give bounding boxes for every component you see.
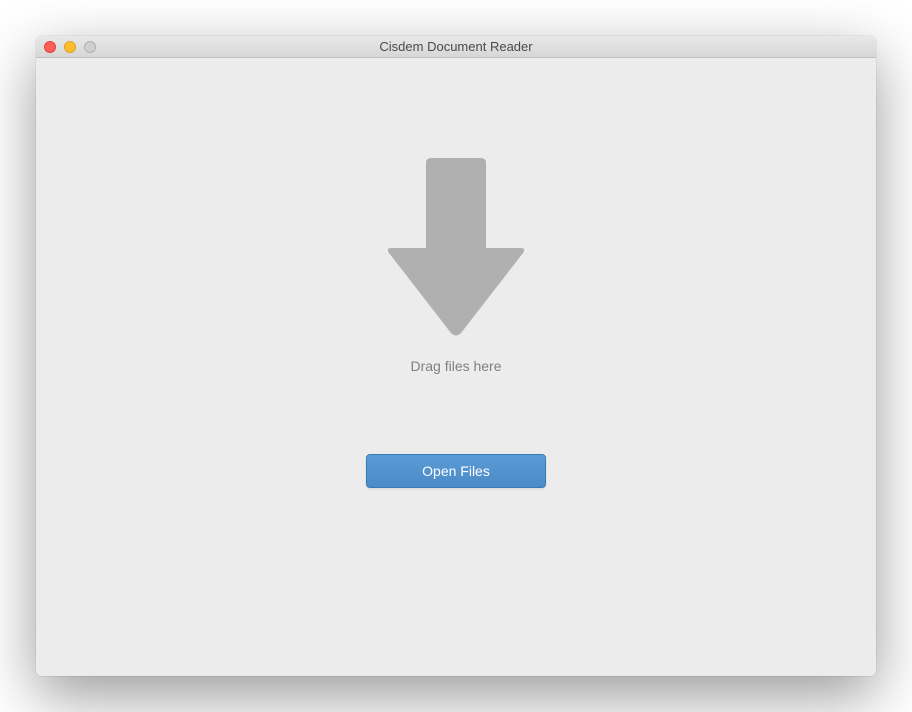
content-area[interactable]: Drag files here Open Files [36, 58, 876, 676]
open-files-button[interactable]: Open Files [366, 454, 546, 488]
traffic-lights [36, 41, 96, 53]
titlebar: Cisdem Document Reader [36, 36, 876, 58]
close-button[interactable] [44, 41, 56, 53]
minimize-button[interactable] [64, 41, 76, 53]
app-window: Cisdem Document Reader Drag files here O… [36, 36, 876, 676]
open-files-button-label: Open Files [422, 463, 490, 479]
maximize-button[interactable] [84, 41, 96, 53]
window-title: Cisdem Document Reader [36, 39, 876, 54]
drop-arrow-icon [386, 158, 526, 338]
drag-files-label: Drag files here [410, 358, 501, 374]
